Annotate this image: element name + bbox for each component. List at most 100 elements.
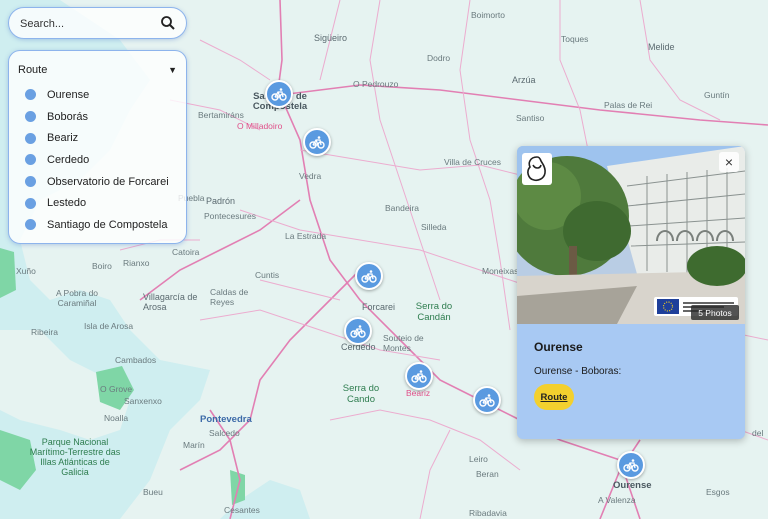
- map-label: Guntín: [704, 90, 730, 100]
- map-label: Esgos: [706, 487, 730, 497]
- route-marker-beariz[interactable]: [405, 362, 433, 390]
- map-label: Cesantes: [224, 505, 260, 515]
- map-label: A Pobra do Caramiñal: [55, 288, 99, 308]
- map-label: del: [752, 428, 764, 438]
- map-label: Arzúa: [512, 75, 536, 85]
- map-label: Silleda: [421, 222, 447, 232]
- route-dot-icon: [25, 176, 36, 188]
- route-list-item-label: Cerdedo: [47, 153, 90, 166]
- map-label: Pontecesures: [204, 211, 256, 221]
- map-label: Melide: [648, 42, 675, 52]
- route-button[interactable]: Route: [534, 384, 574, 410]
- route-dot-icon: [25, 219, 36, 231]
- map-label: Boiro: [92, 261, 112, 271]
- map-label: Ribadavia: [469, 508, 507, 518]
- map-label: O Milladoiro: [237, 121, 283, 131]
- map-label: Cambados: [115, 355, 157, 365]
- route-list-item[interactable]: Observatorio de Forcarei: [25, 171, 169, 193]
- location-photo[interactable]: 5 Photos: [517, 146, 745, 324]
- search-box: [8, 7, 187, 39]
- route-list-item[interactable]: Boborás: [25, 106, 169, 128]
- route-list-panel: Route ▼ Ourense Boborás Beariz Cerdedo O…: [8, 50, 187, 244]
- logo-icon: [522, 153, 552, 185]
- map-label: Xuño: [16, 266, 36, 276]
- route-marker-santiago[interactable]: [265, 80, 293, 108]
- map-label: Beran: [476, 469, 499, 479]
- map-label: Ribeira: [31, 327, 58, 337]
- map-label: Villagarcía de Arosa: [143, 292, 198, 312]
- map-label: Moneixas: [482, 266, 519, 276]
- route-marker-boboras[interactable]: [473, 386, 501, 414]
- map-label: O Grove: [100, 384, 133, 394]
- route-marker-forcarei[interactable]: [355, 262, 383, 290]
- caret-down-icon[interactable]: ▼: [168, 65, 177, 75]
- map-label: Villa de Cruces: [444, 157, 502, 167]
- route-dot-icon: [25, 132, 36, 144]
- map-label: Leiro: [469, 454, 488, 464]
- route-dot-icon: [25, 197, 36, 209]
- map-label: Bandeira: [385, 203, 420, 213]
- bicycle-icon: [411, 370, 427, 383]
- map-label: Rianxo: [123, 258, 150, 268]
- map-label: Sanxenxo: [124, 396, 162, 406]
- map-label: Cuntis: [255, 270, 280, 280]
- bicycle-icon: [350, 325, 366, 338]
- search-icon[interactable]: [160, 15, 176, 31]
- location-popup: 5 Photos × Ourense Ourense - Boboras: Ro…: [517, 146, 745, 439]
- map-label: Bertamiráns: [198, 110, 244, 120]
- route-list-item-label: Santiago de Compostela: [47, 218, 168, 231]
- route-dot-icon: [25, 89, 36, 101]
- route-list-item[interactable]: Santiago de Compostela: [25, 214, 169, 236]
- map-label: Toques: [561, 34, 589, 44]
- map-label: Catoira: [172, 247, 200, 257]
- map-label: Padrón: [206, 196, 236, 206]
- route-list-item[interactable]: Ourense: [25, 84, 169, 106]
- route-list-item[interactable]: Lestedo: [25, 192, 169, 214]
- route-dot-icon: [25, 111, 36, 123]
- popup-description: Ourense - Boboras:: [534, 366, 622, 377]
- map-label: Santiso: [516, 113, 545, 123]
- route-list-item-label: Observatorio de Forcarei: [47, 175, 169, 188]
- route-dot-icon: [25, 154, 36, 166]
- map-label: Forcarei: [362, 302, 396, 312]
- route-list-item[interactable]: Beariz: [25, 127, 169, 149]
- popup-title: Ourense: [534, 340, 583, 354]
- map-label: Bueu: [143, 487, 163, 497]
- map-label: Sigüeiro: [314, 33, 348, 43]
- map-label: A Valenza: [598, 495, 636, 505]
- route-list-item[interactable]: Cerdedo: [25, 149, 169, 171]
- bicycle-icon: [361, 270, 377, 283]
- map-label: Marín: [183, 440, 205, 450]
- close-icon[interactable]: ×: [719, 152, 739, 172]
- photo-count-badge[interactable]: 5 Photos: [691, 305, 739, 320]
- bicycle-icon: [271, 88, 287, 101]
- map-label: Souteio de Montes: [383, 333, 424, 353]
- map-label: Serra do Candán: [415, 301, 453, 323]
- route-marker-ourense[interactable]: [617, 451, 645, 479]
- map-label: Isla de Arosa: [84, 321, 134, 331]
- map-label: Salcedo: [209, 428, 240, 438]
- route-list-item-label: Beariz: [47, 132, 79, 145]
- route-marker-lestedo[interactable]: [303, 128, 331, 156]
- route-marker-cerdedo[interactable]: [344, 317, 372, 345]
- bicycle-icon: [479, 394, 495, 407]
- bicycle-icon: [309, 136, 325, 149]
- route-list-header[interactable]: Route: [18, 64, 47, 76]
- search-input[interactable]: [18, 14, 162, 34]
- route-list-item-label: Boborás: [47, 110, 88, 123]
- map-label: Noalla: [104, 413, 129, 423]
- map-label: Ourense: [613, 480, 652, 491]
- route-list-item-label: Ourense: [47, 88, 90, 101]
- map-label: Vedra: [299, 171, 322, 181]
- map-label: Caldas de Reyes: [210, 287, 249, 307]
- map-label: Pontevedra: [200, 414, 252, 425]
- route-list: Ourense Boborás Beariz Cerdedo Observato…: [25, 84, 169, 236]
- map-label: O Pedrouzo: [353, 79, 399, 89]
- bicycle-icon: [623, 459, 639, 472]
- map-label: Dodro: [427, 53, 451, 63]
- map-label: Palas de Rei: [604, 100, 653, 110]
- map-label: Parque Nacional Marítimo-Terrestre das I…: [29, 437, 121, 477]
- map-label: Boimorto: [471, 10, 506, 20]
- route-list-item-label: Lestedo: [47, 197, 87, 210]
- map-label: Serra do Cando: [342, 383, 380, 405]
